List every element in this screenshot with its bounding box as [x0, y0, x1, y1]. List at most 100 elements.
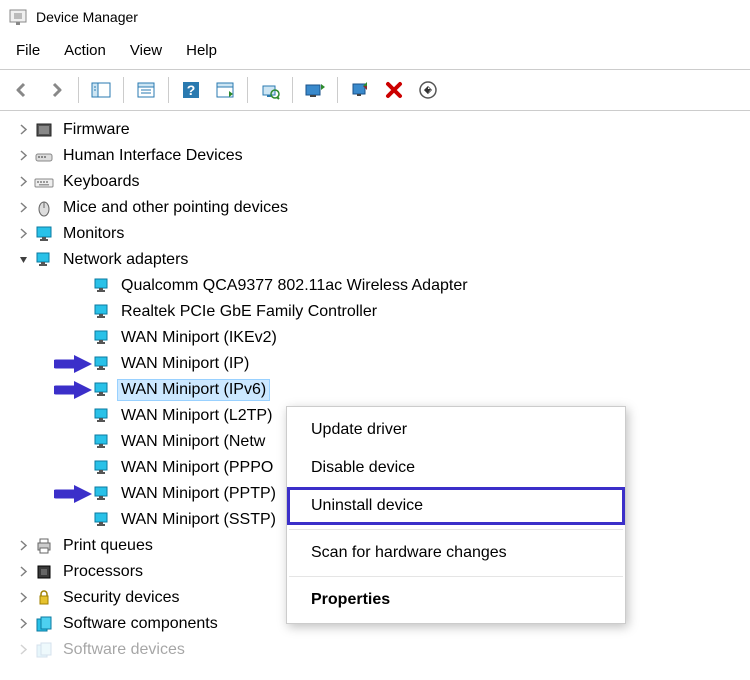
tree-label: Security devices	[60, 588, 183, 608]
expand-icon[interactable]	[14, 565, 32, 580]
more-button[interactable]	[412, 75, 444, 105]
cpu-icon	[34, 562, 54, 582]
pointer-arrow-icon	[54, 354, 92, 374]
context-menu: Update driver Disable device Uninstall d…	[286, 406, 626, 624]
tree-label: WAN Miniport (IP)	[118, 354, 252, 374]
hid-icon	[34, 146, 54, 166]
ctx-properties[interactable]: Properties	[287, 581, 625, 619]
network-adapter-icon	[92, 510, 112, 530]
uninstall-button[interactable]	[378, 75, 410, 105]
tree-label: Software components	[60, 614, 221, 634]
disable-button[interactable]	[344, 75, 376, 105]
menu-file[interactable]: File	[6, 38, 50, 63]
toolbar: ?	[0, 69, 750, 111]
ctx-uninstall-device[interactable]: Uninstall device	[287, 487, 625, 525]
action-button[interactable]	[209, 75, 241, 105]
help-button[interactable]: ?	[175, 75, 207, 105]
menu-action[interactable]: Action	[54, 38, 116, 63]
software-icon	[34, 614, 54, 634]
expand-icon[interactable]	[14, 617, 32, 632]
network-adapter-icon	[92, 380, 112, 400]
tree-label: Realtek PCIe GbE Family Controller	[118, 302, 380, 322]
tree-label: Human Interface Devices	[60, 146, 246, 166]
tree-device[interactable]: WAN Miniport (IKEv2)	[4, 325, 750, 351]
menu-help[interactable]: Help	[176, 38, 227, 63]
ctx-disable-device[interactable]: Disable device	[287, 449, 625, 487]
pointer-arrow-icon	[54, 380, 92, 400]
tree-category[interactable]: Software devices	[4, 637, 750, 663]
network-adapter-icon	[92, 406, 112, 426]
show-hide-console-button[interactable]	[85, 75, 117, 105]
tree-category[interactable]: Keyboards	[4, 169, 750, 195]
tree-device[interactable]: WAN Miniport (IP)	[4, 351, 750, 377]
ctx-scan-hardware[interactable]: Scan for hardware changes	[287, 534, 625, 572]
tree-device[interactable]: Realtek PCIe GbE Family Controller	[4, 299, 750, 325]
update-driver-button[interactable]	[299, 75, 331, 105]
tree-category[interactable]: Monitors	[4, 221, 750, 247]
expand-icon[interactable]	[14, 539, 32, 554]
tree-label: Mice and other pointing devices	[60, 198, 291, 218]
tree-label: WAN Miniport (PPTP)	[118, 484, 279, 504]
tree-device[interactable]: WAN Miniport (IPv6)	[4, 377, 750, 403]
tree-label: Qualcomm QCA9377 802.11ac Wireless Adapt…	[118, 276, 471, 296]
network-icon	[34, 250, 54, 270]
expand-icon[interactable]	[14, 227, 32, 242]
properties-button[interactable]	[130, 75, 162, 105]
expand-icon[interactable]	[14, 123, 32, 138]
tree-category-network[interactable]: Network adapters	[4, 247, 750, 273]
collapse-icon[interactable]	[14, 253, 32, 268]
tree-label: Processors	[60, 562, 146, 582]
tree-label: WAN Miniport (L2TP)	[118, 406, 275, 426]
firmware-icon	[34, 120, 54, 140]
expand-icon[interactable]	[14, 591, 32, 606]
menu-view[interactable]: View	[120, 38, 172, 63]
menubar: File Action View Help	[0, 34, 750, 69]
printer-icon	[34, 536, 54, 556]
tree-category[interactable]: Firmware	[4, 117, 750, 143]
pointer-arrow-icon	[54, 484, 92, 504]
mouse-icon	[34, 198, 54, 218]
toolbar-separator	[123, 77, 124, 103]
software2-icon	[34, 640, 54, 660]
security-icon	[34, 588, 54, 608]
tree-label: Print queues	[60, 536, 156, 556]
forward-button[interactable]	[40, 75, 72, 105]
tree-label: WAN Miniport (IPv6)	[118, 380, 269, 400]
toolbar-separator	[292, 77, 293, 103]
window-title: Device Manager	[36, 9, 138, 25]
network-adapter-icon	[92, 432, 112, 452]
network-adapter-icon	[92, 458, 112, 478]
ctx-separator	[289, 529, 623, 530]
ctx-separator	[289, 576, 623, 577]
tree-label: Monitors	[60, 224, 127, 244]
expand-icon[interactable]	[14, 175, 32, 190]
scan-button[interactable]	[254, 75, 286, 105]
tree-label: WAN Miniport (SSTP)	[118, 510, 279, 530]
toolbar-separator	[168, 77, 169, 103]
network-adapter-icon	[92, 276, 112, 296]
keyboard-icon	[34, 172, 54, 192]
back-button[interactable]	[6, 75, 38, 105]
expand-icon[interactable]	[14, 643, 32, 658]
toolbar-separator	[247, 77, 248, 103]
ctx-update-driver[interactable]: Update driver	[287, 411, 625, 449]
tree-label: Keyboards	[60, 172, 143, 192]
titlebar: Device Manager	[0, 0, 750, 34]
tree-label: WAN Miniport (Netw	[118, 432, 268, 452]
expand-icon[interactable]	[14, 201, 32, 216]
tree-category[interactable]: Mice and other pointing devices	[4, 195, 750, 221]
tree-label: Network adapters	[60, 250, 191, 270]
network-adapter-icon	[92, 302, 112, 322]
network-adapter-icon	[92, 484, 112, 504]
tree-label: Software devices	[60, 640, 188, 660]
tree-category[interactable]: Human Interface Devices	[4, 143, 750, 169]
tree-label: WAN Miniport (PPPO	[118, 458, 276, 478]
app-icon	[8, 7, 28, 27]
toolbar-separator	[78, 77, 79, 103]
monitor-icon	[34, 224, 54, 244]
toolbar-separator	[337, 77, 338, 103]
expand-icon[interactable]	[14, 149, 32, 164]
tree-label: Firmware	[60, 120, 133, 140]
tree-device[interactable]: Qualcomm QCA9377 802.11ac Wireless Adapt…	[4, 273, 750, 299]
tree-label: WAN Miniport (IKEv2)	[118, 328, 280, 348]
